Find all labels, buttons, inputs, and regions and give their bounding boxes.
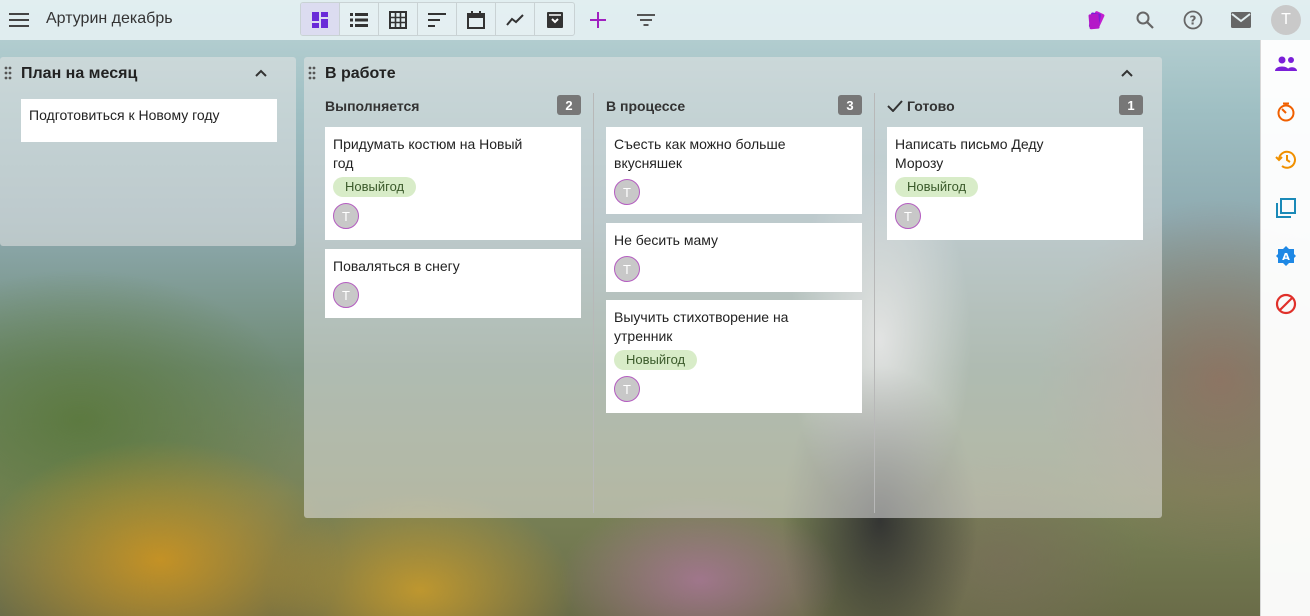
tag-badge[interactable]: Новыйгод bbox=[333, 177, 417, 197]
tag-badge[interactable]: Новыйгод bbox=[895, 177, 979, 197]
cards-stack-icon[interactable] bbox=[1073, 0, 1121, 40]
chart-view-icon[interactable] bbox=[496, 3, 535, 35]
column-title: В процессе bbox=[606, 98, 686, 114]
panel-work-title: В работе bbox=[325, 65, 396, 82]
history-icon[interactable] bbox=[1261, 136, 1310, 184]
user-avatar[interactable]: T bbox=[1271, 5, 1301, 35]
board-title[interactable]: Артурин декабрь bbox=[46, 10, 173, 28]
svg-text:A: A bbox=[1282, 252, 1290, 263]
task-card[interactable]: Выучить стихотворение на утренник Новыйг… bbox=[606, 300, 862, 413]
card-title: Придумать костюм на Новый год bbox=[333, 136, 523, 171]
panel-plan: План на месяц Подготовиться к Новому год… bbox=[0, 57, 296, 246]
column-divider bbox=[593, 93, 594, 513]
task-card[interactable]: Поваляться в снегу T bbox=[325, 249, 581, 318]
badge-icon[interactable]: A bbox=[1261, 232, 1310, 280]
svg-text:?: ? bbox=[1190, 14, 1197, 28]
column-header: Выполняется 2 bbox=[325, 93, 581, 117]
task-card[interactable]: Не бесить маму T bbox=[606, 223, 862, 292]
card-title: Написать письмо Деду Морозу bbox=[895, 136, 1044, 171]
card-title: Не бесить маму bbox=[614, 232, 719, 248]
panel-plan-title: План на месяц bbox=[21, 65, 138, 82]
task-card[interactable]: Придумать костюм на Новый год Новыйгод T bbox=[325, 127, 581, 240]
users-icon[interactable] bbox=[1261, 40, 1310, 88]
column-in-process: В процессе 3 bbox=[606, 93, 862, 117]
column-title-wrap: Готово bbox=[887, 98, 955, 114]
search-icon[interactable] bbox=[1121, 0, 1169, 40]
checkmark-icon bbox=[887, 100, 903, 112]
card-title: Съесть как можно больше вкусняшек bbox=[614, 136, 786, 171]
card-title: Поваляться в снегу bbox=[333, 258, 460, 274]
kanban-view-icon[interactable] bbox=[301, 3, 340, 35]
column-title: Готово bbox=[907, 98, 955, 114]
right-sidebar: A bbox=[1260, 40, 1310, 616]
header-tools: ? T bbox=[1073, 0, 1310, 40]
assignee-avatar[interactable]: T bbox=[895, 203, 921, 229]
calendar-view-icon[interactable] bbox=[457, 3, 496, 35]
drag-handle-icon[interactable] bbox=[4, 66, 16, 82]
column-count-badge: 3 bbox=[838, 95, 862, 115]
block-icon[interactable] bbox=[1261, 280, 1310, 328]
assignee-avatar[interactable]: T bbox=[614, 179, 640, 205]
column-count-badge: 2 bbox=[557, 95, 581, 115]
column-title: Выполняется bbox=[325, 98, 420, 114]
mail-icon[interactable] bbox=[1217, 0, 1265, 40]
column-in-progress: Выполняется 2 bbox=[325, 93, 581, 117]
collapse-icon[interactable] bbox=[1120, 65, 1140, 85]
panel-plan-header: План на месяц bbox=[0, 57, 296, 91]
copy-icon[interactable] bbox=[1261, 184, 1310, 232]
list-view-icon[interactable] bbox=[340, 3, 379, 35]
assignee-avatar[interactable]: T bbox=[333, 282, 359, 308]
archive-view-icon[interactable] bbox=[535, 3, 574, 35]
assignee-avatar[interactable]: T bbox=[614, 256, 640, 282]
column-divider bbox=[874, 93, 875, 513]
column-header: Готово 1 bbox=[887, 93, 1143, 117]
add-icon[interactable] bbox=[578, 0, 618, 40]
gantt-view-icon[interactable] bbox=[418, 3, 457, 35]
assignee-avatar[interactable]: T bbox=[333, 203, 359, 229]
task-card[interactable]: Съесть как можно больше вкусняшек T bbox=[606, 127, 862, 214]
top-bar: Артурин декабрь ? T bbox=[0, 0, 1310, 40]
hamburger-menu-icon[interactable] bbox=[0, 0, 38, 40]
drag-handle-icon[interactable] bbox=[308, 66, 320, 82]
column-header: В процессе 3 bbox=[606, 93, 862, 117]
assignee-avatar[interactable]: T bbox=[614, 376, 640, 402]
filter-icon[interactable] bbox=[626, 0, 666, 40]
column-count-badge: 1 bbox=[1119, 95, 1143, 115]
tag-badge[interactable]: Новыйгод bbox=[614, 350, 698, 370]
table-view-icon[interactable] bbox=[379, 3, 418, 35]
panel-in-work: В работе Выполняется 2 Придумать костюм … bbox=[304, 57, 1162, 518]
task-card[interactable]: Подготовиться к Новому году bbox=[21, 99, 277, 142]
help-icon[interactable]: ? bbox=[1169, 0, 1217, 40]
timer-icon[interactable] bbox=[1261, 88, 1310, 136]
collapse-icon[interactable] bbox=[254, 65, 274, 85]
column-done: Готово 1 bbox=[887, 93, 1143, 117]
panel-work-header: В работе bbox=[304, 57, 1162, 91]
view-mode-toggle bbox=[300, 2, 575, 36]
card-title: Выучить стихотворение на утренник bbox=[614, 309, 789, 344]
task-card[interactable]: Написать письмо Деду Морозу Новыйгод T bbox=[887, 127, 1143, 240]
